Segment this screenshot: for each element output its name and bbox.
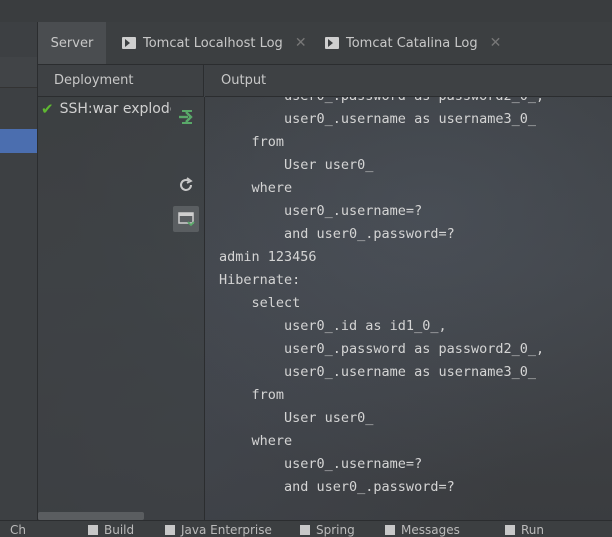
- console-line: where: [251, 180, 293, 196]
- console-line: admin 123456: [219, 249, 317, 265]
- close-icon[interactable]: ✕: [295, 35, 307, 51]
- output-header-label: Output: [221, 73, 267, 88]
- console-line: and user0_.password=?: [284, 226, 455, 242]
- close-icon[interactable]: ✕: [490, 35, 502, 51]
- deployment-header: Deployment: [38, 65, 204, 97]
- terminal-icon: [122, 37, 136, 49]
- refresh-icon[interactable]: [174, 173, 198, 197]
- console-line: select: [251, 295, 301, 311]
- horizontal-scrollbar[interactable]: [38, 512, 144, 520]
- console-line: user0_.username=?: [284, 203, 423, 219]
- run-icon: [505, 525, 515, 535]
- console-line: and user0_.password=?: [284, 479, 455, 495]
- tab-label: Server: [50, 35, 94, 51]
- tab-bar: Server Tomcat Localhost Log ✕ Tomcat Cat…: [38, 22, 612, 65]
- tab-tomcat-localhost-log[interactable]: Tomcat Localhost Log ✕: [122, 22, 307, 64]
- output-header: Output: [205, 65, 612, 97]
- console-line: where: [251, 433, 293, 449]
- spring-icon: [300, 525, 310, 535]
- console-line: from: [251, 134, 285, 150]
- console-line: user0_.password as password2_0_,: [219, 97, 544, 104]
- console-line: user0_.username as username3_0_: [284, 111, 536, 127]
- statusbar-item-run[interactable]: Run: [505, 523, 544, 537]
- terminal-icon: [325, 37, 339, 49]
- build-icon: [88, 525, 98, 535]
- java-enterprise-icon: [165, 525, 175, 535]
- console-line: user0_.username as username3_0_: [284, 364, 536, 380]
- title-strip: [0, 0, 612, 23]
- console-line: user0_.password as password2_0_,: [284, 341, 545, 357]
- statusbar-item-java-enterprise[interactable]: Java Enterprise: [165, 523, 272, 537]
- output-console: user0_.password as password2_0_, user0_.…: [205, 97, 612, 520]
- deployment-item-label: SSH:war exploded: [59, 101, 171, 117]
- console-line: user0_.id as id1_0_,: [284, 318, 447, 334]
- tab-label: Tomcat Catalina Log: [346, 35, 478, 51]
- statusbar-item-messages[interactable]: Messages: [385, 523, 460, 537]
- status-bar: Ch Build Java Enterprise Spring Messages…: [0, 520, 612, 537]
- console-line: user0_.username=?: [284, 456, 423, 472]
- left-tool-column: [0, 22, 38, 520]
- statusbar-item-build[interactable]: Build: [88, 523, 134, 537]
- deployment-item[interactable]: ✔ SSH:war exploded: [41, 100, 171, 118]
- deploy-icon[interactable]: [174, 105, 198, 129]
- console-line: Hibernate:: [219, 272, 301, 288]
- statusbar-item-changes[interactable]: Ch: [10, 523, 26, 537]
- console-text: user0_.password as password2_0_, user0_.…: [219, 97, 544, 499]
- messages-icon: [385, 525, 395, 535]
- selected-tree-row[interactable]: [0, 129, 37, 153]
- redeploy-icon[interactable]: [173, 206, 199, 232]
- console-line: User user0_: [284, 410, 374, 426]
- check-icon: ✔: [41, 100, 54, 118]
- tab-tomcat-catalina-log[interactable]: Tomcat Catalina Log ✕: [325, 22, 501, 64]
- deployment-header-label: Deployment: [54, 73, 134, 88]
- tab-server[interactable]: Server: [38, 22, 106, 64]
- left-column-header: [0, 57, 37, 88]
- console-line: User user0_: [284, 157, 374, 173]
- deployment-panel: ✔ SSH:war exploded: [38, 97, 205, 520]
- console-line: from: [251, 387, 285, 403]
- statusbar-item-spring[interactable]: Spring: [300, 523, 355, 537]
- tab-label: Tomcat Localhost Log: [143, 35, 283, 51]
